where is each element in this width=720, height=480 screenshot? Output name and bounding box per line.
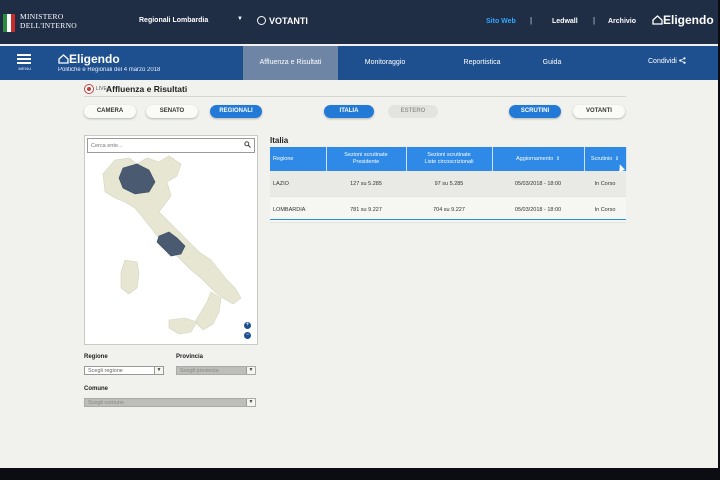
archivio-link[interactable]: Archivio: [608, 18, 636, 25]
cell-sezioni-presidente: 127 su 5.285: [326, 171, 406, 197]
sort-icon: ⇕: [614, 155, 620, 162]
menu-label: MENU: [18, 66, 32, 71]
regionali-button[interactable]: REGIONALI: [210, 105, 262, 118]
page-title: Affluenza e Risultati: [106, 84, 188, 94]
eligendo-logo-icon: [652, 15, 663, 25]
column-header-regione[interactable]: Regione: [270, 147, 327, 171]
italia-button[interactable]: ITALIA: [324, 105, 374, 118]
search-box: [87, 138, 255, 153]
top-bar: MINISTERO DELL'INTERNO Regionali Lombard…: [0, 0, 718, 44]
comune-label: Comune: [84, 386, 108, 392]
menu-button[interactable]: MENU: [14, 52, 36, 76]
provincia-label: Provincia: [176, 354, 204, 360]
ledwall-link[interactable]: Ledwall: [552, 18, 578, 25]
table-row[interactable]: LAZIO 127 su 5.285 97 su 5.285 05/03/201…: [270, 171, 626, 197]
regione-select[interactable]: Scegli regione ▼: [84, 366, 164, 375]
column-header-aggiornamento[interactable]: Aggiornamento ⇕: [492, 147, 585, 171]
separator: |: [593, 16, 596, 25]
nav-bar: MENU Eligendo Politiche e Regionali del …: [0, 46, 718, 80]
cell-scrutinio: In Corso: [584, 171, 626, 197]
site-web-link[interactable]: Sito Web: [486, 18, 516, 25]
hamburger-icon: [17, 54, 31, 56]
column-header-sezioni-presidente[interactable]: Sezioni scrutinate Presidente: [326, 147, 407, 171]
user-icon: [257, 16, 266, 25]
search-input[interactable]: [91, 140, 231, 151]
separator: |: [530, 16, 533, 25]
italian-flag-icon: [3, 14, 15, 32]
hamburger-icon-bar: [17, 58, 31, 60]
camera-button[interactable]: CAMERA: [84, 105, 136, 118]
tab-monitoraggio[interactable]: Monitoraggio: [355, 46, 415, 80]
ministry-logo[interactable]: MINISTERO DELL'INTERNO: [20, 12, 77, 30]
zoom-in-button[interactable]: +: [244, 322, 251, 329]
eligendo-logo[interactable]: Eligendo: [58, 52, 120, 66]
app-screen: MINISTERO DELL'INTERNO Regionali Lombard…: [0, 0, 718, 468]
sort-icon: ⇕: [555, 155, 561, 162]
map-region-sicily[interactable]: [168, 317, 198, 335]
hamburger-icon-bar: [17, 62, 31, 64]
senato-button[interactable]: SENATO: [146, 105, 198, 118]
table-header-row: Regione Sezioni scrutinate Presidente Sez…: [270, 147, 627, 171]
chevron-down-icon[interactable]: ▼: [237, 16, 243, 22]
election-subtitle: Politiche e Regionali del 4 marzo 2018: [58, 67, 161, 73]
eligendo-logo-top[interactable]: Eligendo: [652, 13, 714, 27]
regione-label: Regione: [84, 354, 108, 360]
results-table: Regione Sezioni scrutinate Presidente Sez…: [270, 147, 627, 223]
area-title: Italia: [270, 136, 289, 145]
tab-guida[interactable]: Guida: [522, 46, 582, 80]
map-region-calabria[interactable]: [194, 291, 222, 331]
search-icon[interactable]: [244, 141, 251, 148]
comune-select[interactable]: Scegli comune ▼: [84, 398, 256, 407]
scrutini-button[interactable]: SCRUTINI: [509, 105, 561, 118]
cell-regione[interactable]: LAZIO: [270, 171, 326, 197]
provincia-select[interactable]: Scegli provincia ▼: [176, 366, 256, 375]
map-panel: + −: [84, 135, 258, 345]
divider: [84, 96, 626, 97]
votanti-button[interactable]: VOTANTI: [573, 105, 625, 118]
live-icon: [84, 84, 94, 94]
chevron-down-icon: ▼: [154, 367, 163, 374]
tab-reportistica[interactable]: Reportistica: [452, 46, 512, 80]
chevron-down-icon: ▼: [246, 399, 255, 406]
map-region-sardinia[interactable]: [120, 259, 140, 295]
column-header-sezioni-liste[interactable]: Sezioni scrutinate Liste circoscrizionali: [406, 147, 493, 171]
share-icon: [678, 57, 686, 64]
zoom-out-button[interactable]: −: [244, 332, 251, 339]
chevron-down-icon: ▼: [246, 367, 255, 374]
share-button[interactable]: Condividi: [648, 57, 686, 65]
estero-button[interactable]: ESTERO: [388, 105, 438, 118]
tab-affluenza-risultati[interactable]: Affluenza e Risultati: [243, 46, 338, 80]
votanti-top-link[interactable]: VOTANTI: [257, 16, 308, 26]
cell-aggiornamento: 05/03/2018 - 18:00: [492, 171, 584, 197]
election-select[interactable]: Regionali Lombardia: [139, 17, 208, 24]
eligendo-logo-icon: [58, 54, 69, 64]
cell-sezioni-liste: 97 su 5.285: [406, 171, 492, 197]
table-bottom-border: [270, 219, 626, 220]
italy-map[interactable]: [85, 152, 257, 344]
